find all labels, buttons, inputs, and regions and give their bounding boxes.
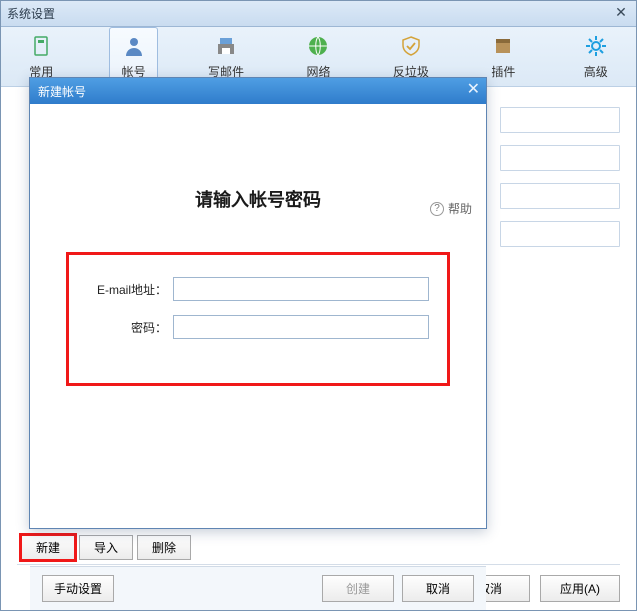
help-label: 帮助 [448,200,472,217]
modal-close-icon[interactable]: ✕ [467,82,480,98]
account-slot[interactable] [500,145,620,171]
plugins-icon [490,33,516,59]
password-label: 密码： [87,319,173,336]
window-title: 系统设置 [7,5,55,22]
modal-titlebar: 新建帐号 ✕ [30,78,486,104]
create-button[interactable]: 创建 [322,575,394,602]
help-icon: ? [430,202,444,216]
account-slot[interactable] [500,107,620,133]
apply-button[interactable]: 应用(A) [540,575,620,602]
network-icon [305,33,331,59]
modal-heading: 请输入帐号密码 [30,186,486,212]
account-field-panel [500,107,620,259]
email-row: E-mail地址： [87,277,429,301]
modal-title-text: 新建帐号 [38,83,86,100]
common-icon [28,33,54,59]
antispam-icon [398,33,424,59]
account-icon [121,33,147,59]
password-row: 密码： [87,315,429,339]
window-titlebar: 系统设置 ✕ [1,1,636,27]
modal-body: ? 帮助 请输入帐号密码 E-mail地址： 密码： 手动设置 创建 取消 [30,186,486,610]
email-input[interactable] [173,277,429,301]
tab-label: 高级 [584,63,608,80]
manual-setup-button[interactable]: 手动设置 [42,575,114,602]
modal-footer: 手动设置 创建 取消 [30,566,486,610]
settings-window: 系统设置 ✕ 常用 帐号 写邮件 网络 反垃圾 插件 高级 [0,0,637,611]
tab-advanced[interactable]: 高级 [572,27,620,85]
help-link[interactable]: ? 帮助 [430,200,472,217]
account-slot[interactable] [500,221,620,247]
compose-icon [213,33,239,59]
email-label: E-mail地址： [87,281,173,298]
new-account-modal: 新建帐号 ✕ ? 帮助 请输入帐号密码 E-mail地址： 密码： 手动设置 [29,77,487,529]
modal-cancel-button[interactable]: 取消 [402,575,474,602]
gear-icon [583,33,609,59]
tab-label: 插件 [491,63,515,80]
account-slot[interactable] [500,183,620,209]
credentials-form: E-mail地址： 密码： [66,252,450,386]
window-close-icon[interactable]: ✕ [612,5,630,21]
password-input[interactable] [173,315,429,339]
